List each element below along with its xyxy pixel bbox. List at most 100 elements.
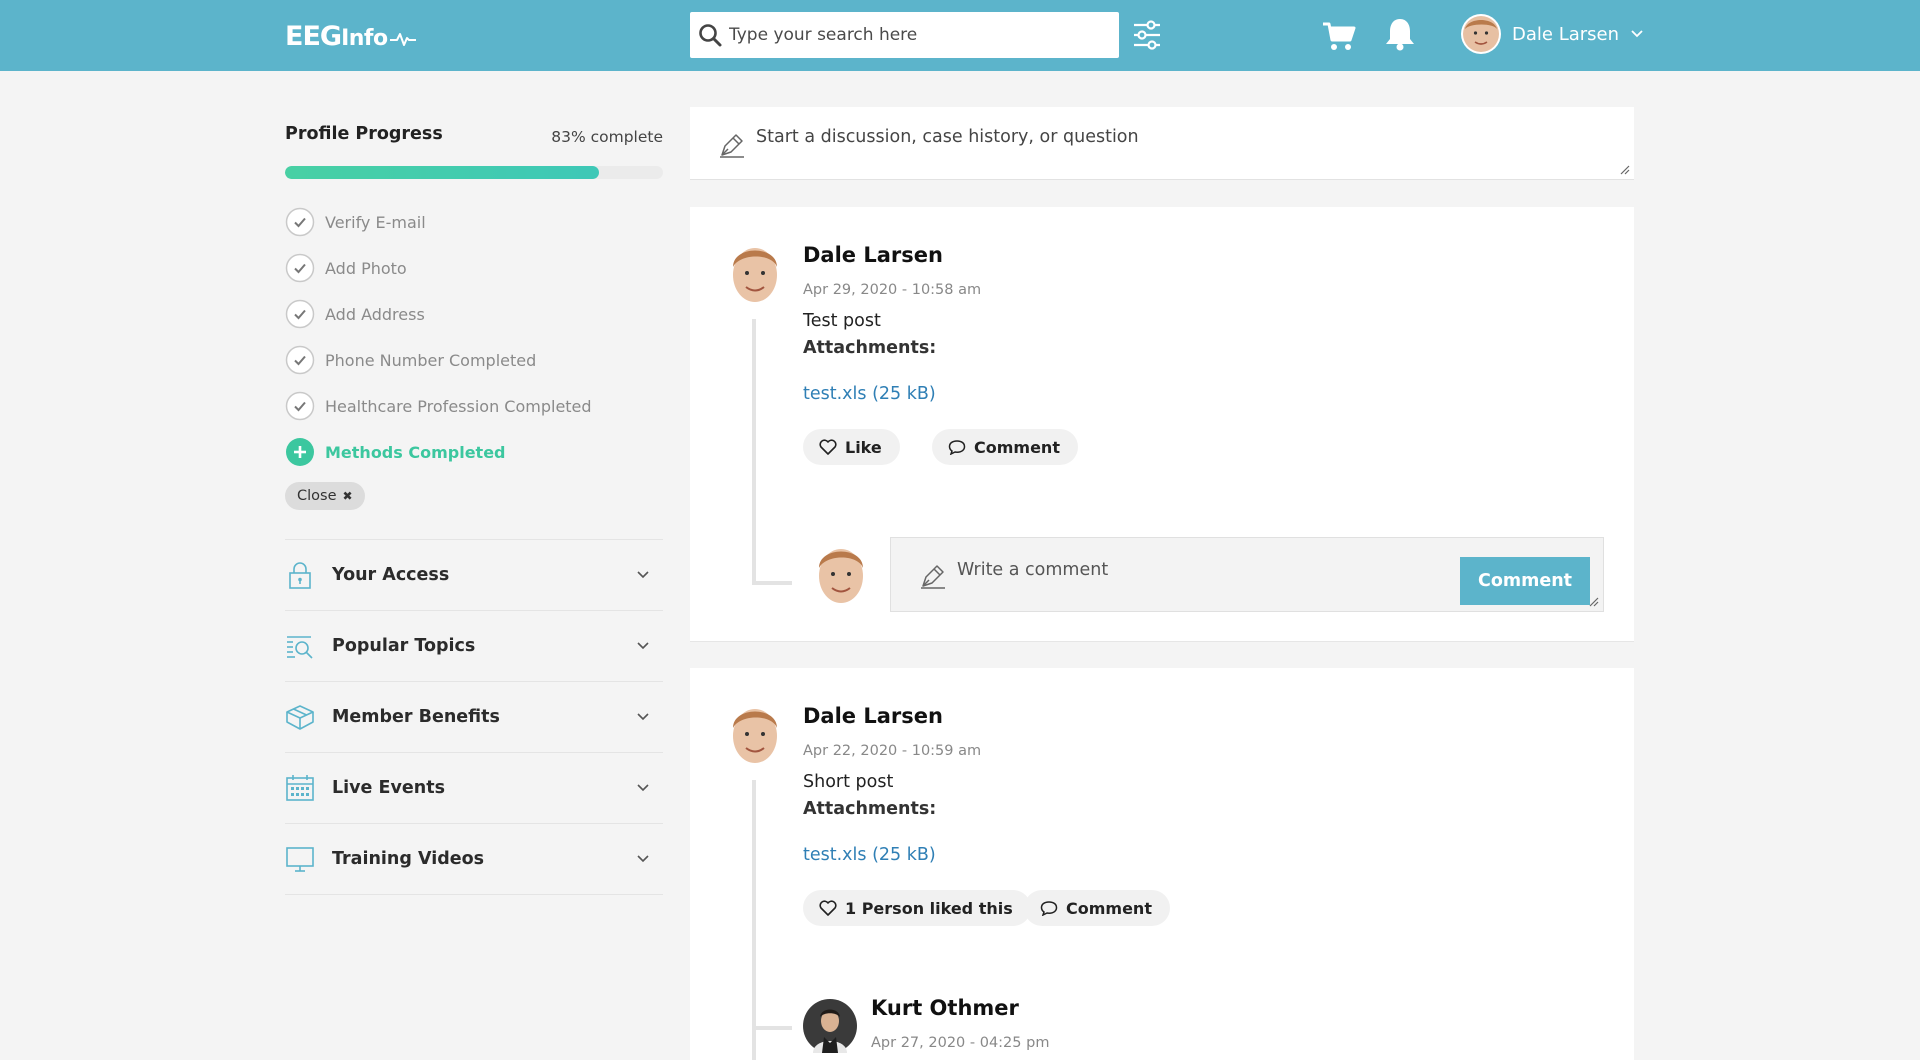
discussion-input[interactable]: [756, 127, 1596, 161]
attachments-label: Attachments:: [803, 338, 937, 358]
sidebar-item-label: Live Events: [332, 778, 445, 798]
thread-line: [752, 319, 756, 585]
profile-step-healthcare-profession[interactable]: Healthcare Profession Completed: [285, 383, 665, 429]
like-button[interactable]: 1 Person liked this: [803, 890, 1031, 926]
profile-step-label: Healthcare Profession Completed: [325, 396, 592, 416]
reply-author-avatar[interactable]: [803, 999, 857, 1053]
check-circle-icon: [285, 207, 315, 237]
speech-bubble-icon: [948, 440, 966, 455]
profile-step-add-photo[interactable]: Add Photo: [285, 245, 665, 291]
close-progress-button[interactable]: Close ✖: [285, 482, 365, 510]
thread-line: [752, 780, 756, 1060]
comment-label: Comment: [974, 437, 1060, 457]
search-input[interactable]: [729, 13, 1119, 57]
pen-icon: [720, 134, 744, 158]
profile-step-label: Methods Completed: [325, 442, 506, 462]
like-label: 1 Person liked this: [845, 898, 1013, 918]
resize-grip-icon[interactable]: [1620, 165, 1630, 175]
profile-progress-title: Profile Progress: [285, 124, 443, 144]
chevron-down-icon: [637, 855, 649, 863]
profile-step-label: Verify E-mail: [325, 212, 426, 232]
eeginfo-logo[interactable]: EEG Info: [285, 16, 416, 56]
profile-progress-percent: 83% complete: [551, 128, 663, 146]
sidebar-item-label: Member Benefits: [332, 707, 500, 727]
profile-step-label: Phone Number Completed: [325, 350, 537, 370]
comment-box: Comment: [890, 537, 1604, 612]
speech-bubble-icon: [1040, 901, 1058, 916]
comment-submit-button[interactable]: Comment: [1460, 557, 1590, 605]
comment-toggle-button[interactable]: Comment: [932, 429, 1078, 465]
sidebar-item-popular-topics[interactable]: Popular Topics: [285, 611, 663, 682]
check-circle-icon: [285, 391, 315, 421]
lock-icon: [289, 562, 311, 589]
like-label: Like: [845, 437, 882, 457]
chevron-down-icon: [1631, 30, 1643, 38]
post-author[interactable]: Dale Larsen: [803, 704, 943, 728]
profile-step-add-address[interactable]: Add Address: [285, 291, 665, 337]
close-icon: ✖: [342, 489, 353, 503]
author-avatar[interactable]: [728, 237, 782, 305]
logo-sub-text: Info: [341, 25, 388, 51]
profile-step-methods[interactable]: Methods Completed: [285, 429, 665, 475]
search-icon[interactable]: [697, 22, 723, 48]
eeg-wave-icon: [389, 33, 416, 46]
post-date: Apr 29, 2020 - 10:58 am: [803, 282, 982, 298]
filter-sliders-icon[interactable]: [1132, 19, 1162, 51]
profile-step-phone-number[interactable]: Phone Number Completed: [285, 337, 665, 383]
feed-post: Dale Larsen Apr 22, 2020 - 10:59 am Shor…: [690, 668, 1634, 1060]
thread-connector: [752, 1026, 792, 1030]
discussion-composer: [690, 107, 1634, 180]
heart-icon: [819, 900, 837, 916]
chevron-down-icon: [637, 713, 649, 721]
calendar-icon: [286, 775, 314, 801]
sidebar-item-label: Training Videos: [332, 849, 485, 869]
plus-circle-icon: [286, 438, 314, 466]
post-date: Apr 22, 2020 - 10:59 am: [803, 743, 982, 759]
commenter-avatar: [819, 549, 863, 603]
post-body: Short post: [803, 772, 894, 792]
resize-grip-icon[interactable]: [1589, 597, 1599, 607]
check-circle-icon: [285, 253, 315, 283]
profile-step-verify-email[interactable]: Verify E-mail: [285, 199, 665, 245]
check-circle-icon: [285, 345, 315, 375]
cart-icon[interactable]: [1322, 20, 1356, 52]
sidebar-item-live-events[interactable]: Live Events: [285, 753, 663, 824]
check-circle-icon: [285, 299, 315, 329]
attachment-link[interactable]: test.xls (25 kB): [803, 384, 936, 404]
chevron-down-icon: [637, 571, 649, 579]
comment-toggle-button[interactable]: Comment: [1024, 890, 1170, 926]
sidebar-accordion: Your Access Popular Topics Member Benefi…: [285, 539, 663, 895]
attachment-link[interactable]: test.xls (25 kB): [803, 845, 936, 865]
sidebar-item-training-videos[interactable]: Training Videos: [285, 824, 663, 895]
monitor-icon: [286, 847, 314, 872]
sidebar-item-label: Popular Topics: [332, 636, 476, 656]
reply-date: Apr 27, 2020 - 04:25 pm: [871, 1035, 1050, 1051]
logo-main-text: EEG: [285, 20, 342, 52]
feed-post: Dale Larsen Apr 29, 2020 - 10:58 am Test…: [690, 207, 1634, 642]
profile-progress-fill: [285, 166, 599, 179]
profile-step-label: Add Photo: [325, 258, 407, 278]
sidebar-item-label: Your Access: [332, 565, 450, 585]
pen-icon: [921, 565, 945, 589]
profile-steps-list: Verify E-mail Add Photo Add Address Phon…: [285, 199, 665, 475]
topics-search-icon: [287, 636, 313, 659]
profile-progress-bar: [285, 166, 663, 179]
comment-input[interactable]: [957, 560, 1457, 590]
sidebar-item-your-access[interactable]: Your Access: [285, 540, 663, 611]
bell-icon[interactable]: [1383, 16, 1417, 52]
heart-icon: [819, 439, 837, 455]
user-name: Dale Larsen: [1512, 23, 1620, 45]
reply-author[interactable]: Kurt Othmer: [871, 996, 1019, 1020]
author-avatar[interactable]: [728, 698, 782, 766]
user-menu[interactable]: Dale Larsen: [1460, 11, 1643, 57]
comment-label: Comment: [1066, 898, 1152, 918]
search-bar: [690, 12, 1119, 58]
sidebar-item-member-benefits[interactable]: Member Benefits: [285, 682, 663, 753]
post-author[interactable]: Dale Larsen: [803, 243, 943, 267]
chevron-down-icon: [637, 642, 649, 650]
user-avatar: [1461, 14, 1501, 54]
top-navigation-bar: EEG Info Dale Lar: [0, 0, 1920, 71]
chevron-down-icon: [637, 784, 649, 792]
gift-box-icon: [286, 705, 314, 730]
like-button[interactable]: Like: [803, 429, 900, 465]
